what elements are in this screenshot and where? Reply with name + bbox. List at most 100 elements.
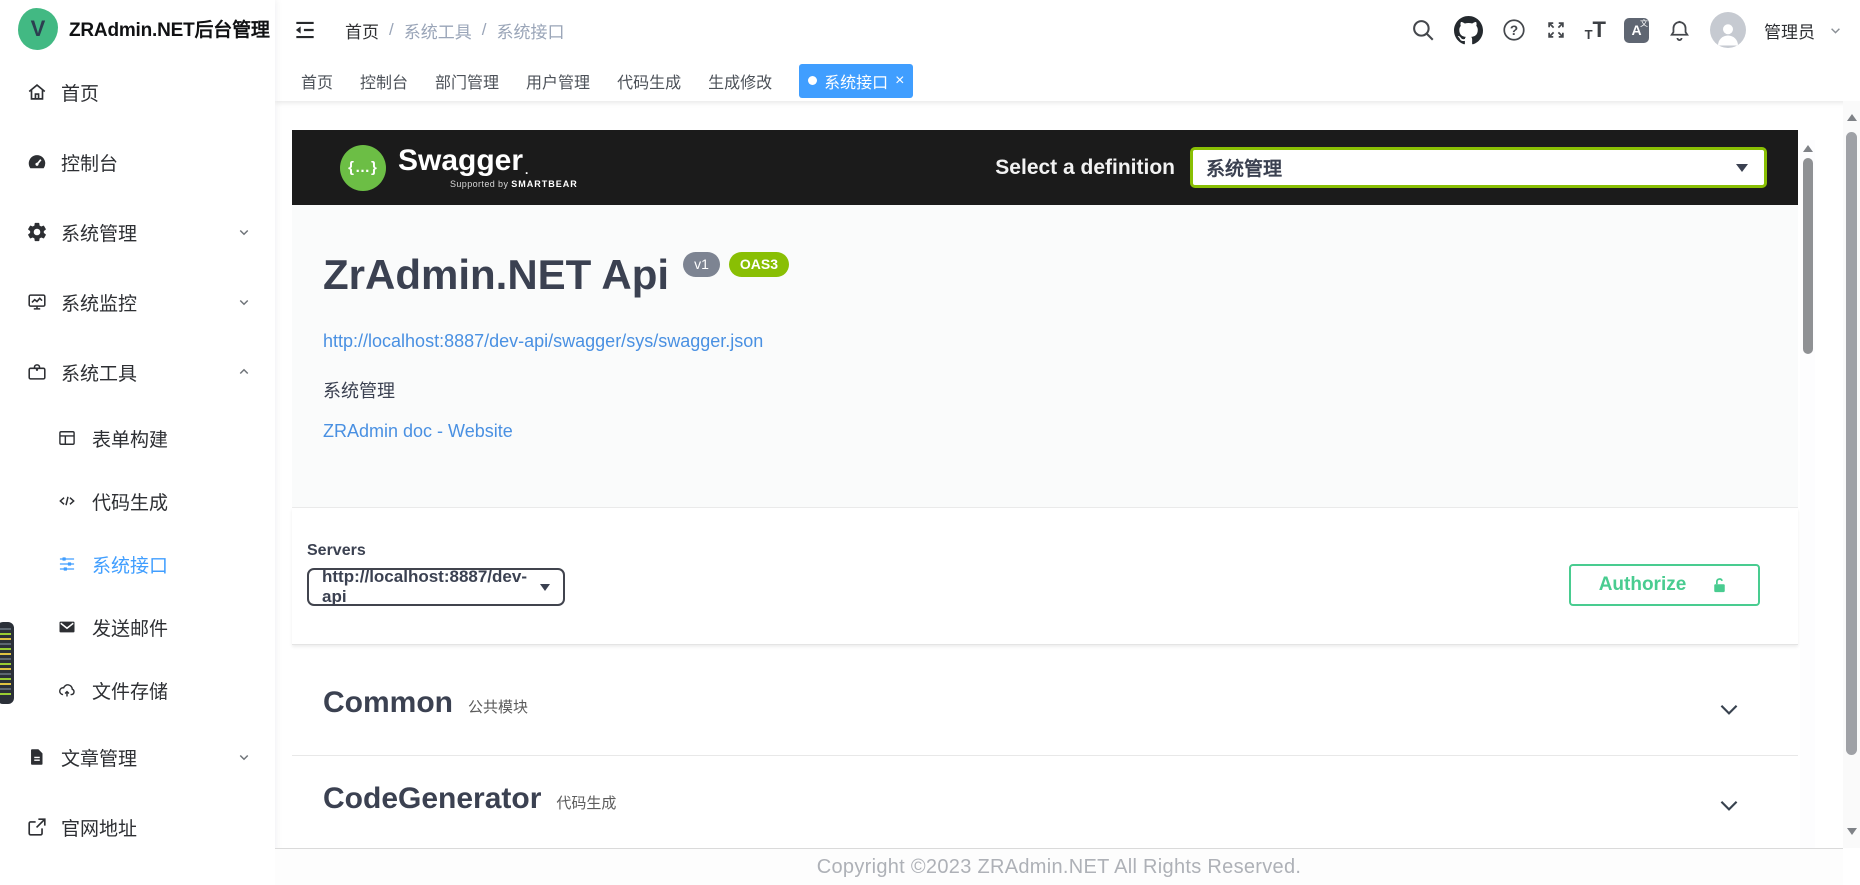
tab-system-api-active[interactable]: 系统接口 ×: [799, 64, 913, 98]
api-section-common[interactable]: Common 公共模块: [292, 660, 1798, 756]
sidebar-item-label: 文章管理: [61, 744, 137, 771]
form-icon: [57, 428, 79, 450]
sidebar-item-system-monitor[interactable]: 系统监控: [0, 267, 275, 337]
sidebar-item-article-management[interactable]: 文章管理: [0, 722, 275, 792]
api-section-codegenerator[interactable]: CodeGenerator 代码生成: [292, 756, 1798, 847]
code-icon: [57, 491, 79, 513]
scroll-up-arrow-icon[interactable]: [1847, 114, 1857, 121]
api-info-section: ZrAdmin.NET Apiv1OAS3 http://localhost:8…: [292, 205, 1798, 508]
tab-console[interactable]: 控制台: [360, 69, 408, 93]
api-description: 系统管理: [323, 377, 395, 403]
tab-generate-modify[interactable]: 生成修改: [708, 69, 772, 93]
translate-icon[interactable]: A 文: [1624, 18, 1649, 43]
search-icon[interactable]: [1410, 17, 1436, 43]
tab-users[interactable]: 用户管理: [526, 69, 590, 93]
breadcrumb-system-api: 系统接口: [496, 18, 564, 43]
swagger-logo-glyph: {…}: [348, 159, 378, 176]
app-title: ZRAdmin.NET后台管理: [69, 15, 270, 42]
spec-url-link[interactable]: http://localhost:8887/dev-api/swagger/sy…: [323, 331, 763, 352]
authorize-label: Authorize: [1599, 574, 1687, 596]
tab-department[interactable]: 部门管理: [435, 69, 499, 93]
avatar[interactable]: [1710, 12, 1746, 48]
section-description: 公共模块: [468, 696, 528, 717]
server-select-value: http://localhost:8887/dev-api: [322, 567, 540, 607]
swagger-inner-scrollbar[interactable]: [1800, 140, 1815, 848]
mail-icon: [57, 617, 79, 639]
swagger-topbar: {…} Swagger. Supported by SMARTBEAR Sele…: [292, 130, 1798, 205]
unlock-icon: [1709, 575, 1730, 596]
copyright-text: Copyright ©2023 ZRAdmin.NET All Rights R…: [817, 856, 1302, 879]
sidebar-item-label: 文件存储: [92, 677, 168, 704]
sidebar-menu: 首页 控制台 系统管理 系统监控: [0, 57, 275, 862]
sidebar-collapse-button[interactable]: [292, 17, 318, 43]
section-name: Common: [323, 686, 453, 720]
sidebar-item-file-storage[interactable]: 文件存储: [0, 659, 275, 722]
sidebar-item-system-tools[interactable]: 系统工具: [0, 337, 275, 407]
sidebar: V ZRAdmin.NET后台管理 首页 控制台 系统管理: [0, 0, 275, 885]
browser-scrollbar-thumb[interactable]: [1846, 132, 1857, 755]
definition-select[interactable]: 系统管理: [1190, 147, 1767, 188]
font-size-small-letter: T: [1585, 28, 1593, 41]
edge-widget[interactable]: [0, 622, 14, 704]
chevron-down-icon[interactable]: [1716, 792, 1742, 818]
inner-scrollbar-thumb[interactable]: [1803, 158, 1813, 354]
chevron-up-icon: [235, 363, 253, 381]
fullscreen-icon[interactable]: [1545, 19, 1567, 41]
app-logo-row[interactable]: V ZRAdmin.NET后台管理: [0, 0, 275, 57]
breadcrumb-system-tools: 系统工具: [404, 18, 472, 43]
scroll-up-arrow-icon[interactable]: [1803, 145, 1813, 152]
help-icon[interactable]: ?: [1501, 17, 1527, 43]
close-icon[interactable]: ×: [895, 73, 904, 89]
version-badge: v1: [683, 252, 720, 277]
chevron-down-icon: [235, 748, 253, 766]
scroll-down-arrow-icon[interactable]: [1847, 828, 1857, 835]
font-size-icon[interactable]: TT: [1585, 19, 1606, 41]
breadcrumb-home[interactable]: 首页: [345, 18, 379, 43]
chevron-down-icon: [235, 293, 253, 311]
gear-icon: [26, 221, 48, 243]
active-tab-dot: [808, 76, 817, 85]
chevron-down-icon[interactable]: [1716, 696, 1742, 722]
sidebar-item-dashboard[interactable]: 控制台: [0, 127, 275, 197]
api-title: ZrAdmin.NET Api: [323, 251, 669, 298]
sidebar-item-official-website[interactable]: 官网地址: [0, 792, 275, 862]
github-icon[interactable]: [1454, 16, 1483, 45]
authorize-button[interactable]: Authorize: [1569, 564, 1760, 606]
sidebar-item-form-builder[interactable]: 表单构建: [0, 407, 275, 470]
tab-home[interactable]: 首页: [301, 69, 333, 93]
sidebar-item-label: 首页: [61, 79, 99, 106]
active-tab-label: 系统接口: [824, 69, 888, 93]
tab-code-generator[interactable]: 代码生成: [617, 69, 681, 93]
sidebar-item-label: 控制台: [61, 149, 118, 176]
app-logo-letter: V: [31, 16, 46, 42]
bell-icon[interactable]: [1667, 18, 1692, 43]
monitor-icon: [26, 291, 48, 313]
browser-scrollbar[interactable]: [1843, 101, 1860, 848]
swagger-logo-icon: {…}: [340, 145, 386, 191]
sidebar-item-home[interactable]: 首页: [0, 57, 275, 127]
chevron-down-icon[interactable]: [1827, 22, 1844, 39]
sidebar-item-send-mail[interactable]: 发送邮件: [0, 596, 275, 659]
swagger-brand: Swagger.: [398, 146, 578, 176]
footer: Copyright ©2023 ZRAdmin.NET All Rights R…: [275, 848, 1843, 885]
username-label[interactable]: 管理员: [1764, 18, 1815, 43]
swagger-brand-subtitle: Supported by SMARTBEAR: [450, 179, 578, 189]
sidebar-item-system-management[interactable]: 系统管理: [0, 197, 275, 267]
cloud-upload-icon: [57, 680, 79, 702]
server-select[interactable]: http://localhost:8887/dev-api: [307, 568, 565, 606]
svg-text:?: ?: [1509, 23, 1517, 38]
sidebar-item-system-api[interactable]: 系统接口: [0, 533, 275, 596]
scheme-container: Servers http://localhost:8887/dev-api Au…: [292, 508, 1798, 645]
sidebar-item-label: 系统接口: [92, 551, 168, 578]
select-definition-label: Select a definition: [995, 156, 1175, 180]
top-navbar: 首页 / 系统工具 / 系统接口 ? TT A 文 管理员: [275, 0, 1860, 60]
sidebar-item-label: 官网地址: [61, 814, 137, 841]
sidebar-item-code-generator[interactable]: 代码生成: [0, 470, 275, 533]
doc-website-link[interactable]: ZRAdmin doc - Website: [323, 421, 513, 442]
chevron-down-icon: [1736, 164, 1748, 172]
sidebar-item-label: 表单构建: [92, 425, 168, 452]
sidebar-item-label: 系统工具: [61, 359, 137, 386]
navbar-actions: ? TT A 文 管理员: [1410, 12, 1844, 48]
translate-sub-letter: 文: [1640, 18, 1648, 29]
sidebar-item-label: 系统管理: [61, 219, 137, 246]
